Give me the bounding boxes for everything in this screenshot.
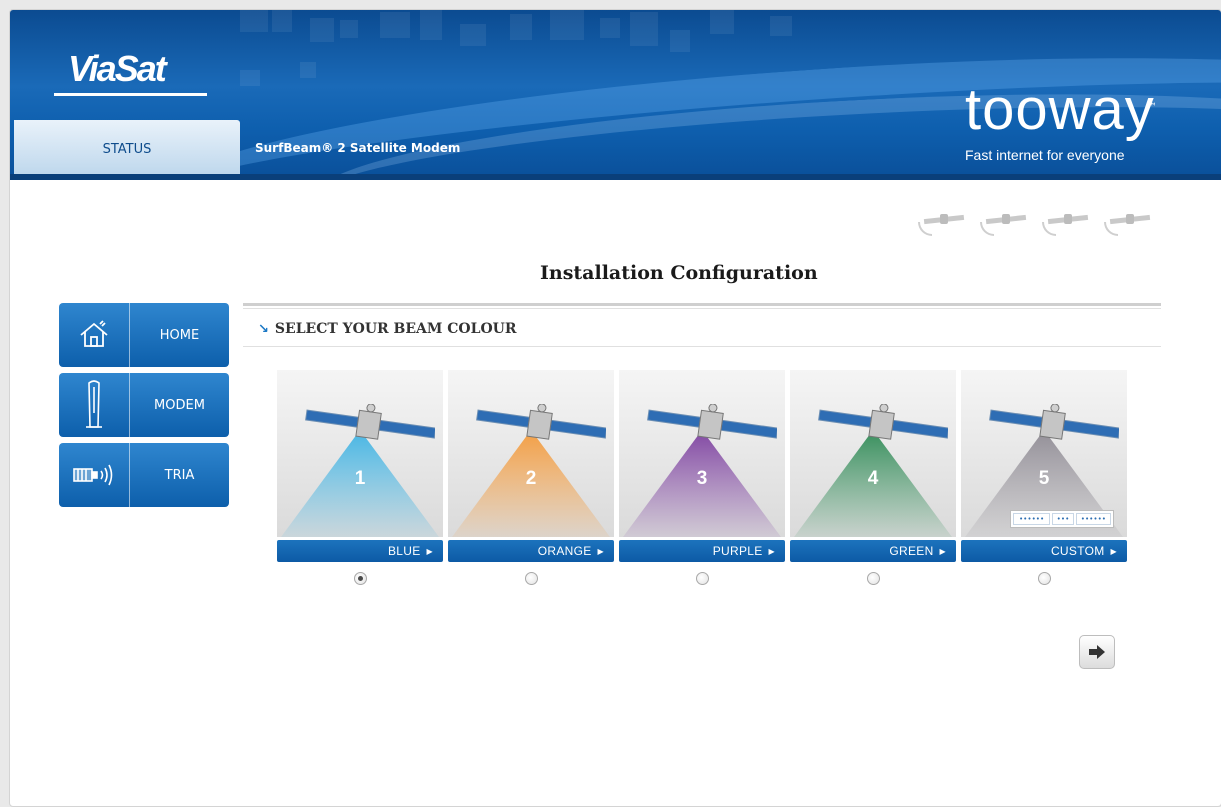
satellite-icon [980, 210, 1028, 236]
satellite-icon [1104, 210, 1152, 236]
beam-image[interactable]: 3 [619, 370, 785, 537]
install-progress [918, 210, 1152, 236]
beam-option-orange: 2 ORANGE ▶ [448, 370, 614, 585]
satellite-icon [476, 404, 606, 440]
beam-image[interactable]: 2 [448, 370, 614, 537]
beam-button-custom[interactable]: CUSTOM ▶ [961, 540, 1127, 562]
beam-image[interactable]: 4 [790, 370, 956, 537]
section-heading: ↘ SELECT YOUR BEAM COLOUR [258, 321, 517, 337]
beam-radio-custom[interactable] [1037, 572, 1051, 585]
home-icon [59, 303, 130, 367]
beam-button-green[interactable]: GREEN ▶ [790, 540, 956, 562]
nav-item-tria[interactable]: TRIA [59, 443, 229, 507]
tooway-logo: tooway ™ Fast internet for everyone [965, 77, 1157, 164]
beam-image[interactable]: 1 [277, 370, 443, 537]
satellite-icon [1042, 210, 1090, 236]
nav-item-modem[interactable]: MODEM [59, 373, 229, 437]
next-button[interactable] [1079, 635, 1115, 669]
caret-right-icon: ▶ [939, 546, 946, 556]
beam-radio-purple[interactable] [695, 572, 709, 585]
beam-option-purple: 3 PURPLE ▶ [619, 370, 785, 585]
tria-icon [59, 443, 130, 507]
satellite-icon [989, 404, 1119, 440]
beam-radio-green[interactable] [866, 572, 880, 585]
satellite-icon [918, 210, 966, 236]
modem-icon [59, 373, 130, 437]
divider [243, 303, 1161, 309]
tagline: Fast internet for everyone [965, 147, 1125, 163]
caret-right-icon: ▶ [1110, 546, 1117, 556]
satellite-icon [647, 404, 777, 440]
custom-frequency-input[interactable]: •••••• ••• •••••• [1010, 510, 1114, 528]
divider [243, 346, 1161, 347]
satellite-icon [305, 404, 435, 440]
beam-option-blue: 1 BLUE ▶ [277, 370, 443, 585]
beam-image[interactable]: 5 •••••• ••• •••••• [961, 370, 1127, 537]
beam-radio-blue[interactable] [353, 572, 367, 585]
caret-right-icon: ▶ [597, 546, 604, 556]
beam-radio-orange[interactable] [524, 572, 538, 585]
beam-button-blue[interactable]: BLUE ▶ [277, 540, 443, 562]
beam-options: 1 BLUE ▶ 2 ORANGE ▶ 3 PURPLE ▶ 4 GREEN ▶… [277, 370, 1127, 585]
arrow-down-right-icon: ↘ [258, 321, 269, 337]
satellite-icon [818, 404, 948, 440]
caret-right-icon: ▶ [768, 546, 775, 556]
tab-status[interactable]: STATUS [14, 120, 240, 178]
page-header: ViaSat tooway ™ Fast internet for everyo… [10, 10, 1221, 180]
nav-item-home[interactable]: HOME [59, 303, 229, 367]
caret-right-icon: ▶ [426, 546, 433, 556]
app-window: ViaSat tooway ™ Fast internet for everyo… [9, 9, 1221, 807]
arrow-right-icon [1089, 645, 1105, 659]
beam-option-custom: 5 •••••• ••• •••••• CUSTOM ▶ [961, 370, 1127, 585]
beam-button-purple[interactable]: PURPLE ▶ [619, 540, 785, 562]
side-nav: HOME MODEM TRIA [59, 303, 229, 513]
product-name: SurfBeam® 2 Satellite Modem [255, 141, 461, 155]
viasat-logo: ViaSat [54, 48, 207, 96]
page-title: Installation Configuration [540, 262, 818, 284]
beam-button-orange[interactable]: ORANGE ▶ [448, 540, 614, 562]
beam-option-green: 4 GREEN ▶ [790, 370, 956, 585]
